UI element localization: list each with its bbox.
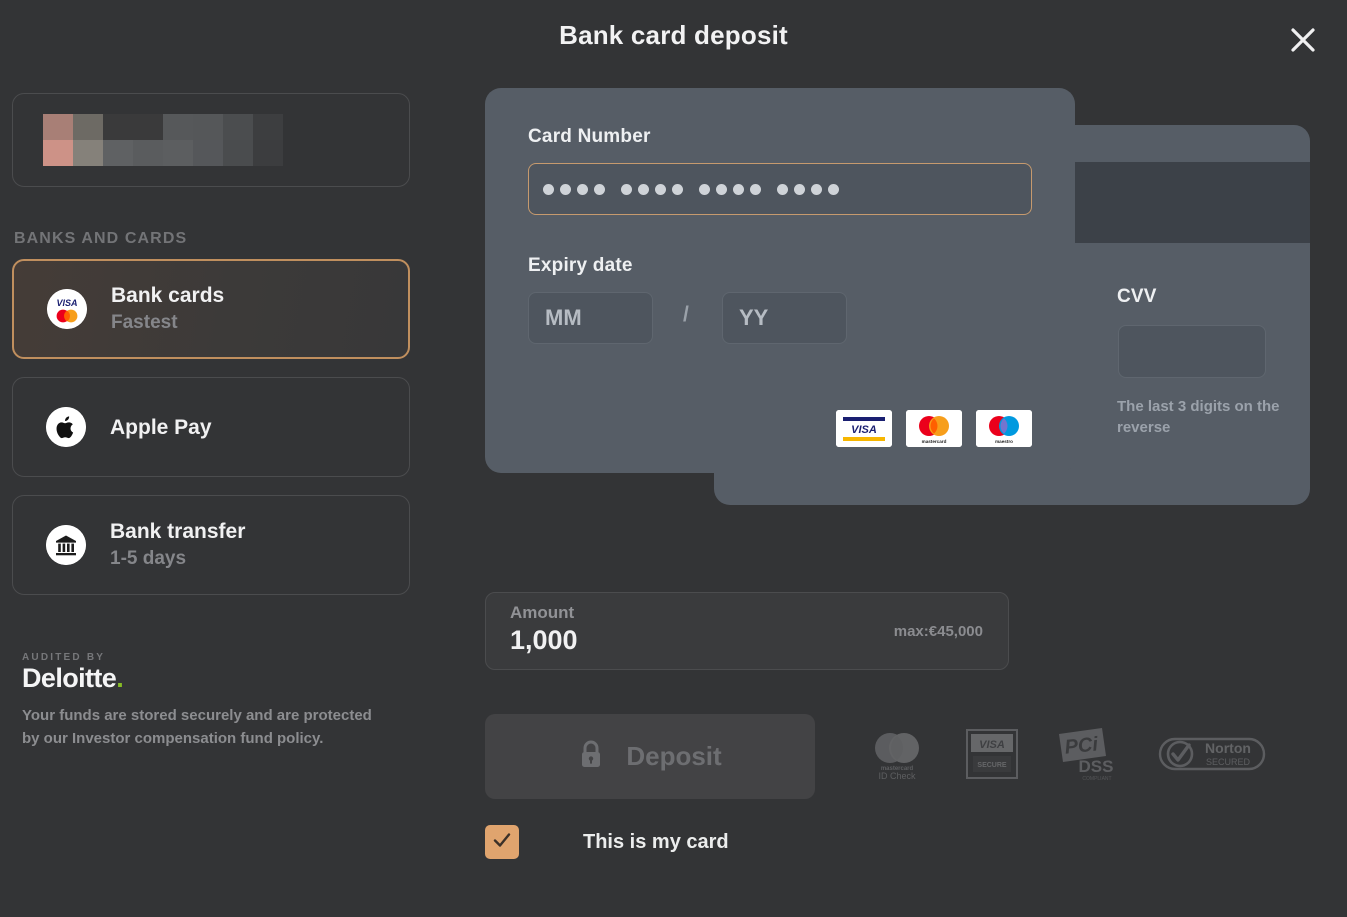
card-number-label: Card Number (528, 126, 651, 147)
cvv-hint: The last 3 digits on the reverse (1117, 398, 1280, 436)
amount-label: Amount (510, 603, 575, 622)
card-number-mask-group (621, 183, 683, 195)
norton-secured-badge: Norton SECURED (1158, 733, 1266, 780)
card-number-input[interactable] (528, 163, 1032, 215)
svg-text:ID Check: ID Check (878, 771, 916, 781)
card-number-mask-group (543, 183, 605, 195)
expiry-date-label: Expiry date (528, 255, 633, 276)
cvv-input[interactable] (1118, 325, 1266, 378)
svg-text:maestro: maestro (995, 439, 1013, 444)
section-label-banks-and-cards: BANKS AND CARDS (14, 230, 188, 247)
close-button[interactable] (1283, 20, 1323, 60)
sidebar-item-label: Bank transfer (110, 519, 246, 543)
this-is-my-card-checkbox-row[interactable]: This is my card (485, 825, 729, 859)
expiry-month-input[interactable]: MM (528, 292, 653, 344)
redacted-mosaic (43, 114, 283, 166)
amount-max-label: max:€45,000 (893, 623, 983, 640)
svg-text:SECURED: SECURED (1206, 757, 1251, 767)
this-is-my-card-checkbox[interactable] (485, 825, 519, 859)
svg-text:DSS: DSS (1079, 757, 1114, 776)
deposit-button-label: Deposit (626, 741, 722, 771)
svg-text:Norton: Norton (1205, 740, 1251, 756)
svg-text:PCi: PCi (1064, 733, 1100, 758)
mastercard-id-check-badge: mastercard ID Check (866, 726, 928, 787)
bank-building-icon (46, 525, 86, 565)
sidebar-item-subtitle: 1-5 days (110, 547, 187, 569)
pci-dss-badge: PCi DSS COMPLIANT (1056, 726, 1120, 787)
audit-description: Your funds are stored securely and are p… (22, 707, 372, 747)
mastercard-icon: mastercard (906, 410, 962, 447)
this-is-my-card-label: This is my card (583, 830, 729, 853)
expiry-separator: / (683, 303, 689, 326)
svg-text:VISA: VISA (979, 739, 1005, 751)
sidebar-item-bank-cards[interactable]: VISA Bank cards Fastest (12, 259, 410, 359)
deloitte-dot: . (116, 663, 124, 693)
lock-icon (578, 739, 604, 774)
audit-kicker: AUDITED BY (22, 652, 106, 663)
accepted-card-brands: VISA mastercard maestro (836, 410, 1032, 447)
maestro-icon: maestro (976, 410, 1032, 447)
deposit-modal: Bank card deposit BANKS AND CARDS VISA B… (0, 0, 1347, 917)
cvv-label: CVV (1117, 286, 1157, 307)
deloitte-logo: Deloitte. (22, 664, 392, 692)
sidebar-item-bank-transfer[interactable]: Bank transfer 1-5 days (12, 495, 410, 595)
svg-text:mastercard: mastercard (922, 439, 947, 444)
visa-icon: VISA (836, 410, 892, 447)
check-icon (491, 829, 513, 856)
amount-value: 1,000 (510, 625, 578, 655)
close-icon (1289, 26, 1317, 54)
sidebar-item-apple-pay[interactable]: Apple Pay (12, 377, 410, 477)
sidebar-item-label: Bank cards (111, 283, 225, 307)
svg-text:VISA: VISA (851, 424, 877, 436)
deloitte-wordmark: Deloitte (22, 663, 117, 693)
deposit-button[interactable]: Deposit (485, 714, 815, 799)
trust-badges: mastercard ID Check VISA SECURE PCi DSS … (866, 726, 1266, 787)
svg-text:VISA: VISA (56, 298, 77, 308)
card-number-mask-group (777, 183, 839, 195)
sidebar-item-label: Apple Pay (110, 415, 212, 439)
visa-mastercard-icon: VISA (47, 289, 87, 329)
visa-secure-badge: VISA SECURE (966, 728, 1018, 785)
svg-text:COMPLIANT: COMPLIANT (1082, 776, 1111, 782)
amount-input[interactable]: Amount 1,000 max:€45,000 (485, 592, 1009, 670)
balance-card-redacted[interactable] (12, 93, 410, 187)
page-title: Bank card deposit (559, 20, 788, 50)
card-number-mask-group (699, 183, 761, 195)
audit-block: AUDITED BY Deloitte. Your funds are stor… (22, 652, 392, 750)
expiry-year-input[interactable]: YY (722, 292, 847, 344)
svg-text:SECURE: SECURE (977, 762, 1007, 769)
sidebar-item-subtitle: Fastest (111, 311, 178, 333)
apple-icon (46, 407, 86, 447)
payment-methods-sidebar: BANKS AND CARDS VISA Bank cards Fastest (12, 93, 410, 613)
